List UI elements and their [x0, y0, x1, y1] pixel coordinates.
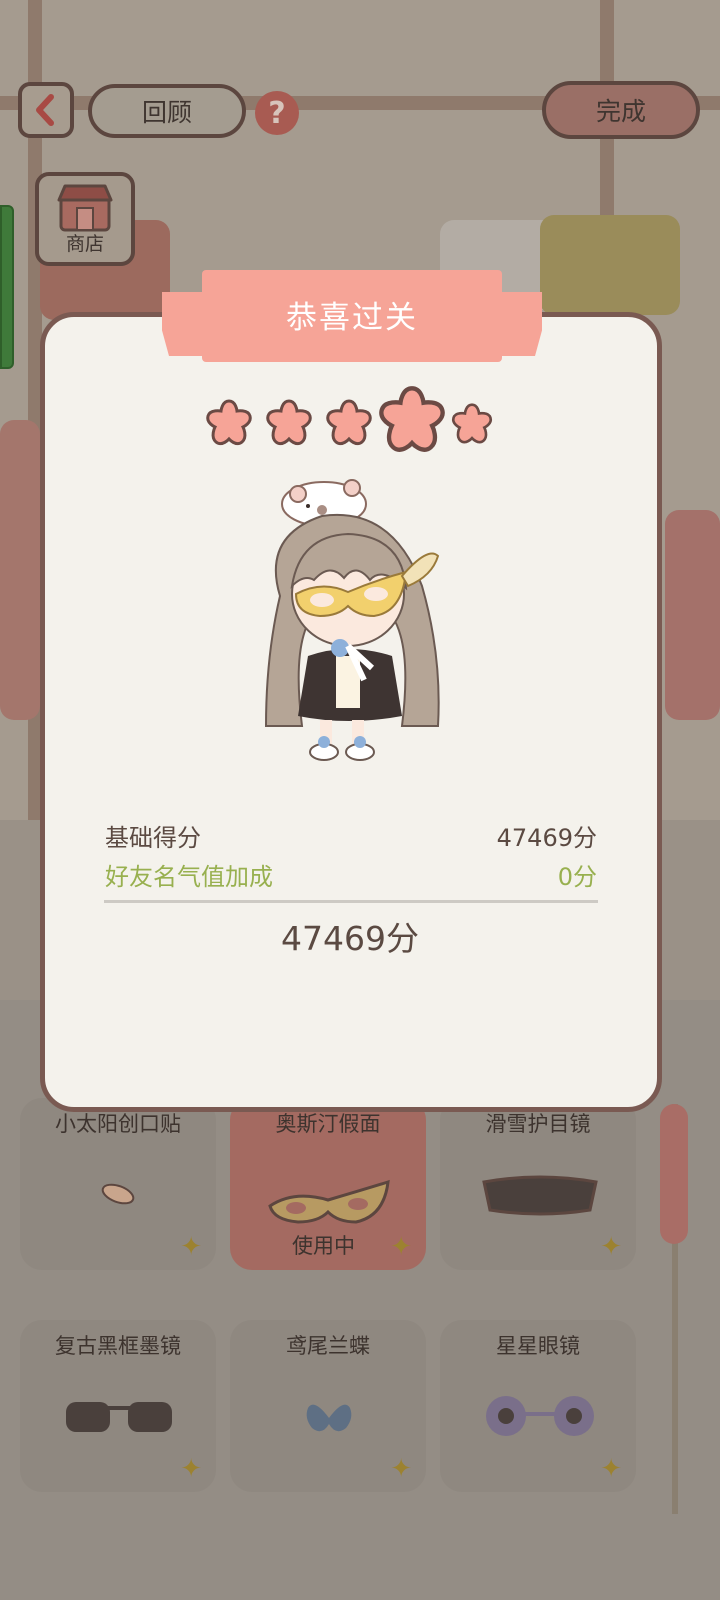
flower-star-icon	[326, 399, 372, 446]
in-use-label: 使用中	[292, 1234, 355, 1258]
item-name: 滑雪护目镜	[485, 1112, 591, 1136]
sparkle-icon: ✦	[390, 1454, 412, 1484]
flower-star-icon	[451, 403, 493, 444]
item-name: 复古黑框墨镜	[55, 1334, 181, 1358]
sparkle-icon: ✦	[180, 1232, 202, 1262]
item-card[interactable]: 鸢尾兰蝶 ✦	[230, 1320, 426, 1492]
side-clothes-right	[665, 510, 720, 720]
hanging-shirt-olive	[540, 215, 680, 315]
flower-star-icon	[379, 386, 445, 452]
back-button[interactable]	[18, 82, 74, 138]
scrollbar-thumb[interactable]	[660, 1104, 688, 1244]
shop-label: 商店	[65, 233, 104, 255]
side-tab[interactable]	[0, 205, 14, 369]
sunglasses-icon	[66, 1402, 172, 1432]
butterfly-icon	[306, 1404, 352, 1432]
sparkle-icon: ✦	[390, 1232, 412, 1262]
item-card[interactable]: 奥斯汀假面 使用中 ✦	[230, 1098, 426, 1270]
base-score-label: 基础得分	[105, 824, 201, 852]
dialog-title-ribbon: 恭喜过关	[162, 270, 542, 362]
help-icon[interactable]: ?	[255, 91, 299, 135]
character-avatar	[264, 479, 440, 761]
help-symbol: ?	[268, 95, 286, 131]
item-name: 鸢尾兰蝶	[286, 1334, 370, 1358]
sparkle-icon: ✦	[180, 1454, 202, 1484]
total-score: 47469分	[281, 919, 419, 958]
star-rating	[200, 386, 500, 458]
item-name: 奥斯汀假面	[275, 1112, 381, 1136]
chevron-left-icon	[36, 94, 54, 126]
friend-bonus-label: 好友名气值加成	[105, 863, 273, 891]
item-card[interactable]: 滑雪护目镜 ✦	[440, 1098, 636, 1270]
star-glasses-icon	[486, 1396, 594, 1436]
dialog-title: 恭喜过关	[286, 300, 418, 336]
item-card[interactable]: 星星眼镜 ✦	[440, 1320, 636, 1492]
sparkle-icon: ✦	[600, 1232, 622, 1262]
base-score-value: 47469分	[496, 824, 597, 852]
flower-star-icon	[206, 399, 252, 446]
friend-bonus-value: 0分	[557, 863, 597, 891]
item-name: 星星眼镜	[496, 1334, 580, 1358]
item-card[interactable]: 小太阳创口贴 ✦	[20, 1098, 216, 1270]
review-label: 回顾	[141, 98, 192, 127]
review-button[interactable]: 回顾	[88, 84, 246, 138]
side-clothes-left	[0, 420, 40, 720]
score-divider	[104, 900, 598, 903]
shop-button[interactable]: 商店	[35, 172, 135, 266]
shop-icon	[57, 184, 113, 232]
item-card[interactable]: 复古黑框墨镜 ✦	[20, 1320, 216, 1492]
done-button[interactable]: 完成	[542, 81, 700, 139]
goggles-icon	[482, 1175, 598, 1216]
mask-icon	[268, 1179, 390, 1224]
base-score-row: 基础得分 47469分	[105, 818, 597, 853]
bandage-icon	[101, 1183, 135, 1205]
friend-bonus-row: 好友名气值加成 0分	[105, 857, 597, 892]
flower-star-icon	[266, 399, 312, 446]
done-label: 完成	[595, 97, 646, 126]
item-name: 小太阳创口贴	[55, 1112, 181, 1136]
sparkle-icon: ✦	[600, 1454, 622, 1484]
